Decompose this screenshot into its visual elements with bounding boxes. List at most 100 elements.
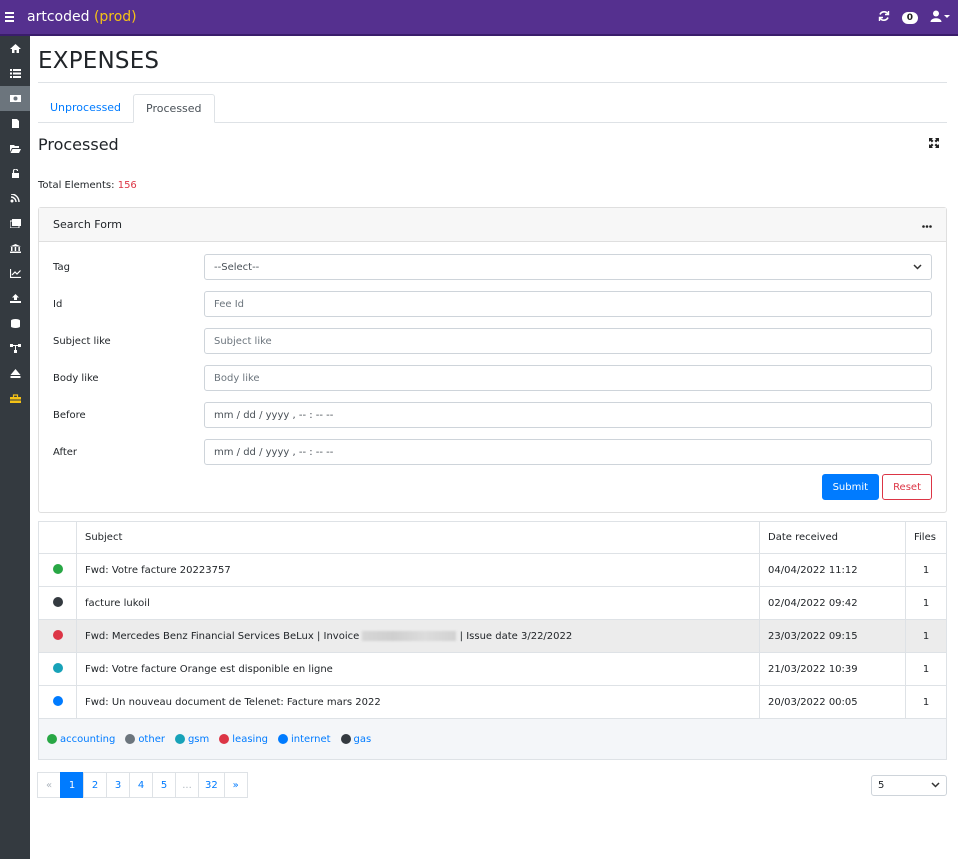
table-row[interactable]: Fwd: Un nouveau document de Telenet: Fac…	[38, 685, 947, 719]
row-subject-suffix: | Issue date 3/22/2022	[459, 630, 573, 642]
total-label: Total Elements:	[38, 180, 115, 191]
tag-color-dot	[52, 662, 63, 673]
legend-label: gsm	[187, 733, 210, 745]
submit-button[interactable]: Submit	[821, 474, 880, 500]
folder-open-icon[interactable]	[0, 136, 30, 161]
user-menu-icon[interactable]	[930, 10, 950, 26]
table-row[interactable]: facture lukoil 02/04/2022 09:42 1	[38, 586, 947, 620]
title-divider	[38, 82, 947, 83]
page-title: EXPENSES	[38, 48, 160, 74]
tag-select[interactable]: --Select--	[204, 254, 932, 280]
page-size-select[interactable]: 5	[871, 774, 947, 796]
row-subject[interactable]: Fwd: Votre facture 20223757	[76, 553, 760, 587]
total-count: 156	[117, 180, 137, 191]
pagination: « 1 2 3 4 5 ... 32 »	[37, 772, 248, 798]
legend-row: accounting other gsm leasing internet ga…	[38, 718, 947, 760]
row-date: 04/04/2022 11:12	[759, 553, 906, 587]
table-row[interactable]: Fwd: Votre facture Orange est disponible…	[38, 652, 947, 686]
upload-icon[interactable]	[0, 286, 30, 311]
row-files[interactable]: 1	[905, 619, 947, 653]
page-next-button[interactable]: »	[223, 772, 248, 798]
app-brand[interactable]: artcoded (prod)	[27, 9, 137, 25]
row-files[interactable]: 1	[905, 652, 947, 686]
lock-open-icon[interactable]	[0, 161, 30, 186]
blog-icon[interactable]	[0, 186, 30, 211]
money-icon[interactable]	[0, 86, 30, 111]
page-button[interactable]: 1	[60, 772, 84, 798]
eject-icon[interactable]	[0, 361, 30, 386]
tag-color-dot	[52, 629, 63, 640]
color-column-header	[38, 521, 77, 554]
after-datetime-input[interactable]: mm / dd / yyyy , -- : -- --	[204, 439, 932, 465]
invoice-icon[interactable]	[0, 111, 30, 136]
page-button[interactable]: 2	[83, 772, 107, 798]
page-button[interactable]: 32	[198, 772, 225, 798]
home-icon[interactable]	[0, 36, 30, 61]
row-files[interactable]: 1	[905, 586, 947, 620]
legend-label: leasing	[232, 733, 268, 745]
expenses-table: Subject Date received Files Fwd: Votre f…	[38, 521, 947, 760]
row-date: 02/04/2022 09:42	[759, 586, 906, 620]
subject-column-header[interactable]: Subject	[76, 521, 760, 554]
chevron-down-icon	[913, 264, 922, 270]
chart-line-icon[interactable]	[0, 261, 30, 286]
page-button[interactable]: 5	[152, 772, 176, 798]
date-column-header[interactable]: Date received	[759, 521, 906, 554]
tag-label: Tag	[53, 261, 70, 273]
subject-like-label: Subject like	[53, 335, 111, 347]
reset-button[interactable]: Reset	[882, 474, 932, 500]
images-icon[interactable]	[0, 211, 30, 236]
notification-badge[interactable]: 0	[901, 12, 918, 24]
table-row[interactable]: Fwd: Votre facture 20223757 04/04/2022 1…	[38, 553, 947, 587]
toolbox-icon[interactable]	[0, 386, 30, 411]
menu-toggle-icon[interactable]	[5, 12, 25, 22]
legend-dot	[125, 734, 136, 744]
row-files[interactable]: 1	[905, 685, 947, 719]
before-datetime-input[interactable]: mm / dd / yyyy , -- : -- --	[204, 402, 932, 428]
more-options-icon[interactable]	[922, 218, 932, 231]
before-label: Before	[53, 409, 86, 421]
main-content: EXPENSES Unprocessed Processed Processed…	[37, 36, 947, 798]
expand-icon[interactable]	[929, 137, 939, 151]
row-subject[interactable]: Fwd: Mercedes Benz Financial Services Be…	[76, 619, 760, 653]
total-elements: Total Elements: 156	[38, 180, 947, 191]
tab-unprocessed[interactable]: Unprocessed	[38, 94, 133, 122]
legend-item-other[interactable]: other	[125, 734, 165, 745]
row-subject-prefix: Fwd: Mercedes Benz Financial Services Be…	[85, 630, 360, 642]
row-subject[interactable]: Fwd: Un nouveau document de Telenet: Fac…	[76, 685, 760, 719]
search-form-title: Search Form	[53, 218, 122, 231]
body-like-input[interactable]: Body like	[204, 365, 932, 391]
app-env: (prod)	[93, 9, 137, 25]
database-icon[interactable]	[0, 311, 30, 336]
legend-dot	[219, 734, 230, 744]
refresh-icon[interactable]	[878, 10, 890, 26]
files-column-header[interactable]: Files	[905, 521, 947, 554]
bank-icon[interactable]	[0, 236, 30, 261]
table-row[interactable]: Fwd: Mercedes Benz Financial Services Be…	[38, 619, 947, 653]
after-label: After	[53, 446, 78, 458]
page-button[interactable]: 3	[106, 772, 130, 798]
tab-processed[interactable]: Processed	[133, 94, 215, 123]
legend-item-leasing[interactable]: leasing	[219, 734, 268, 745]
list-icon[interactable]	[0, 61, 30, 86]
page-button[interactable]: 4	[129, 772, 153, 798]
body-like-label: Body like	[53, 372, 99, 384]
page-ellipsis: ...	[175, 772, 199, 798]
legend-item-accounting[interactable]: accounting	[47, 734, 115, 745]
fee-id-input[interactable]: Fee Id	[204, 291, 932, 317]
sitemap-icon[interactable]	[0, 336, 30, 361]
legend-dot	[278, 734, 288, 744]
row-subject[interactable]: facture lukoil	[76, 586, 760, 620]
row-subject[interactable]: Fwd: Votre facture Orange est disponible…	[76, 652, 760, 686]
legend-dot	[174, 734, 185, 744]
legend-item-internet[interactable]: internet	[278, 734, 331, 745]
page-prev-button[interactable]: «	[37, 772, 61, 798]
legend-item-gas[interactable]: gas	[340, 733, 372, 745]
row-files[interactable]: 1	[905, 553, 947, 587]
row-date: 21/03/2022 10:39	[759, 652, 906, 686]
section-title: Processed	[38, 134, 119, 154]
table-header-row: Subject Date received Files	[38, 521, 947, 554]
subject-like-input[interactable]: Subject like	[204, 328, 932, 354]
legend-item-gsm[interactable]: gsm	[174, 733, 210, 745]
legend-label: gas	[353, 733, 372, 745]
